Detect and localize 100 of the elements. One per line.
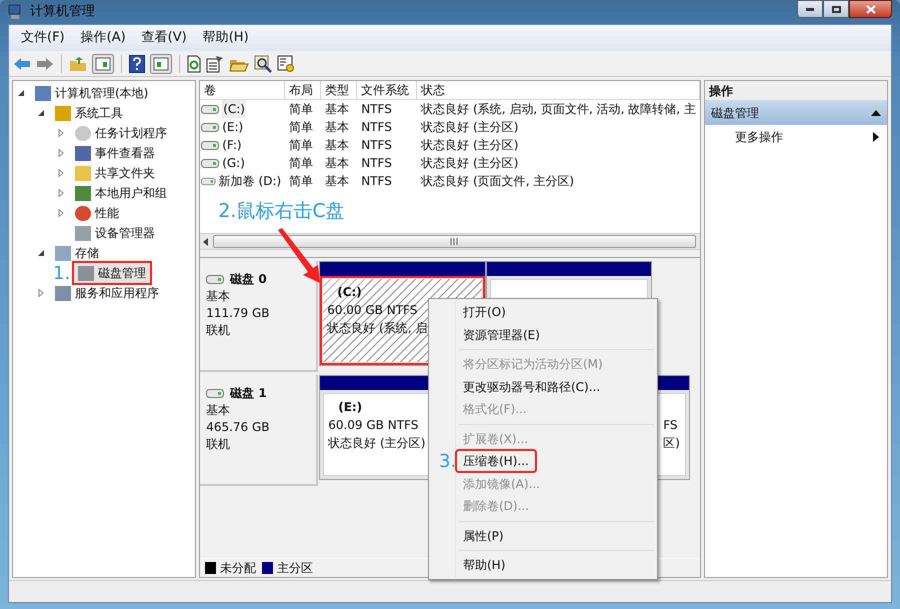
- column-header[interactable]: 文件系统: [357, 81, 418, 99]
- table-cell-text: NTFS: [361, 155, 392, 172]
- forward-arrow-icon[interactable]: [36, 56, 54, 70]
- tree-item[interactable]: 共享文件夹: [71, 163, 159, 183]
- actions-title: 操作: [704, 81, 887, 101]
- actions-section-header[interactable]: 磁盘管理: [704, 101, 887, 125]
- collapsed-triangle-icon[interactable]: [57, 149, 65, 157]
- magnifier-icon[interactable]: [254, 54, 272, 72]
- table-cell-text: NTFS: [361, 173, 392, 190]
- tree-node-icon: [75, 166, 91, 180]
- table-cell-text: NTFS: [361, 137, 392, 154]
- tree-node-icon: [75, 226, 91, 240]
- disk-size: 465.76 GB: [206, 419, 271, 436]
- context-menu-item[interactable]: 帮助(H): [457, 555, 512, 576]
- grip-icon: [450, 238, 460, 245]
- scrollbar-thumb[interactable]: [213, 235, 696, 248]
- settings-icon[interactable]: [277, 54, 295, 72]
- properties-icon[interactable]: [206, 54, 224, 72]
- scroll-left-icon[interactable]: [203, 238, 210, 246]
- menu-item[interactable]: 帮助(H): [196, 28, 255, 48]
- step-label: 1.: [53, 262, 70, 286]
- menu-item[interactable]: 文件(F): [15, 28, 71, 48]
- maximize-button[interactable]: [823, 0, 849, 18]
- partition-size: FS: [663, 417, 678, 434]
- step-label: 3.: [439, 450, 456, 474]
- tree-node-icon: [75, 186, 91, 200]
- legend-label: 主分区: [277, 560, 314, 577]
- legend-label: 未分配: [220, 560, 256, 577]
- menu-item[interactable]: 查看(V): [136, 28, 193, 48]
- disk-name: 磁盘 0: [230, 271, 267, 288]
- table-cell-text: 基本: [325, 137, 350, 154]
- menu-item[interactable]: 操作(A): [74, 28, 132, 48]
- table-cell-text: 基本: [325, 101, 350, 118]
- table-cell-text: 状态良好 (主分区): [421, 155, 518, 172]
- tree-item[interactable]: 计算机管理(本地): [31, 83, 152, 103]
- tree-item[interactable]: 存储: [51, 243, 103, 263]
- panel-toggle-icon[interactable]: [150, 54, 172, 74]
- minimize-button[interactable]: [797, 0, 823, 18]
- collapsed-triangle-icon[interactable]: [57, 189, 65, 197]
- refresh-icon[interactable]: [187, 54, 201, 72]
- close-button[interactable]: [849, 0, 892, 18]
- tree-node-icon: [75, 146, 91, 160]
- table-cell: (C:): [222, 100, 246, 118]
- table-cell-text: 简单: [289, 101, 314, 118]
- table-cell-text: 新加卷 (D:): [218, 173, 282, 190]
- table-cell-text: 状态良好 (系统, 启动, 页面文件, 活动, 故障转储, 主: [421, 101, 696, 118]
- table-cell-text: (F:): [222, 137, 242, 154]
- collapsed-triangle-icon[interactable]: [57, 209, 65, 217]
- action-link[interactable]: 更多操作: [704, 125, 887, 149]
- disk-name: 磁盘 1: [230, 385, 267, 402]
- partition-label: (E:): [338, 399, 362, 416]
- column-header[interactable]: 布局: [285, 81, 322, 99]
- table-cell-text: 基本: [325, 173, 350, 190]
- folder-up-icon[interactable]: [69, 56, 87, 72]
- tree-node-icon: [55, 106, 71, 120]
- table-cell-text: 简单: [289, 173, 314, 190]
- drive-icon: [206, 275, 224, 284]
- help-icon[interactable]: [129, 54, 145, 72]
- window-title: 计算机管理: [30, 3, 95, 22]
- tree-item[interactable]: 事件查看器: [71, 143, 159, 163]
- column-header[interactable]: 状态: [417, 81, 700, 99]
- collapsed-triangle-icon[interactable]: [57, 129, 65, 137]
- pointer-arrow: [276, 228, 322, 284]
- disk-type: 基本: [206, 402, 232, 419]
- table-cell-text: NTFS: [361, 119, 392, 136]
- table-cell-text: (E:): [222, 119, 244, 136]
- partition-status: 区): [663, 435, 680, 452]
- table-cell-text: 状态良好 (主分区): [421, 119, 518, 136]
- tree-node-icon: [55, 246, 71, 260]
- column-header[interactable]: 卷: [200, 81, 286, 99]
- table-cell-text: 简单: [289, 155, 314, 172]
- tree-item[interactable]: 设备管理器: [71, 223, 159, 243]
- back-arrow-icon[interactable]: [13, 56, 31, 70]
- panel-toggle-icon[interactable]: [92, 54, 114, 74]
- table-cell-text: NTFS: [361, 101, 392, 118]
- tree-item[interactable]: 任务计划程序: [71, 123, 171, 143]
- tree-item[interactable]: 磁盘管理: [74, 263, 150, 283]
- column-header[interactable]: 类型: [321, 81, 358, 99]
- table-cell-text: 基本: [325, 119, 350, 136]
- close-icon: [866, 4, 876, 14]
- collapsed-triangle-icon[interactable]: [37, 289, 45, 297]
- context-menu-item[interactable]: 属性(P): [457, 526, 510, 546]
- expanded-triangle-icon[interactable]: [17, 89, 25, 97]
- tree-node-icon: [75, 206, 91, 220]
- tree-item[interactable]: 本地用户和组: [71, 183, 171, 203]
- expanded-triangle-icon[interactable]: [37, 109, 45, 117]
- tree-item[interactable]: 性能: [71, 203, 123, 223]
- callout-text: 2.鼠标右击C盘: [218, 199, 345, 224]
- collapsed-triangle-icon[interactable]: [57, 169, 65, 177]
- table-cell-text: 简单: [289, 119, 314, 136]
- partition-status: 状态良好 (主分区): [328, 435, 426, 452]
- tree-node-icon: [75, 126, 91, 140]
- disk-status: 联机: [206, 436, 232, 453]
- expanded-triangle-icon[interactable]: [37, 249, 45, 257]
- table-cell-text: 状态良好 (主分区): [421, 137, 518, 154]
- disk-status: 联机: [206, 322, 232, 339]
- tree-item[interactable]: 系统工具: [51, 103, 127, 123]
- table-cell-text: 基本: [325, 155, 350, 172]
- horizontal-scrollbar[interactable]: [200, 233, 700, 250]
- tree-item[interactable]: 服务和应用程序: [51, 283, 163, 303]
